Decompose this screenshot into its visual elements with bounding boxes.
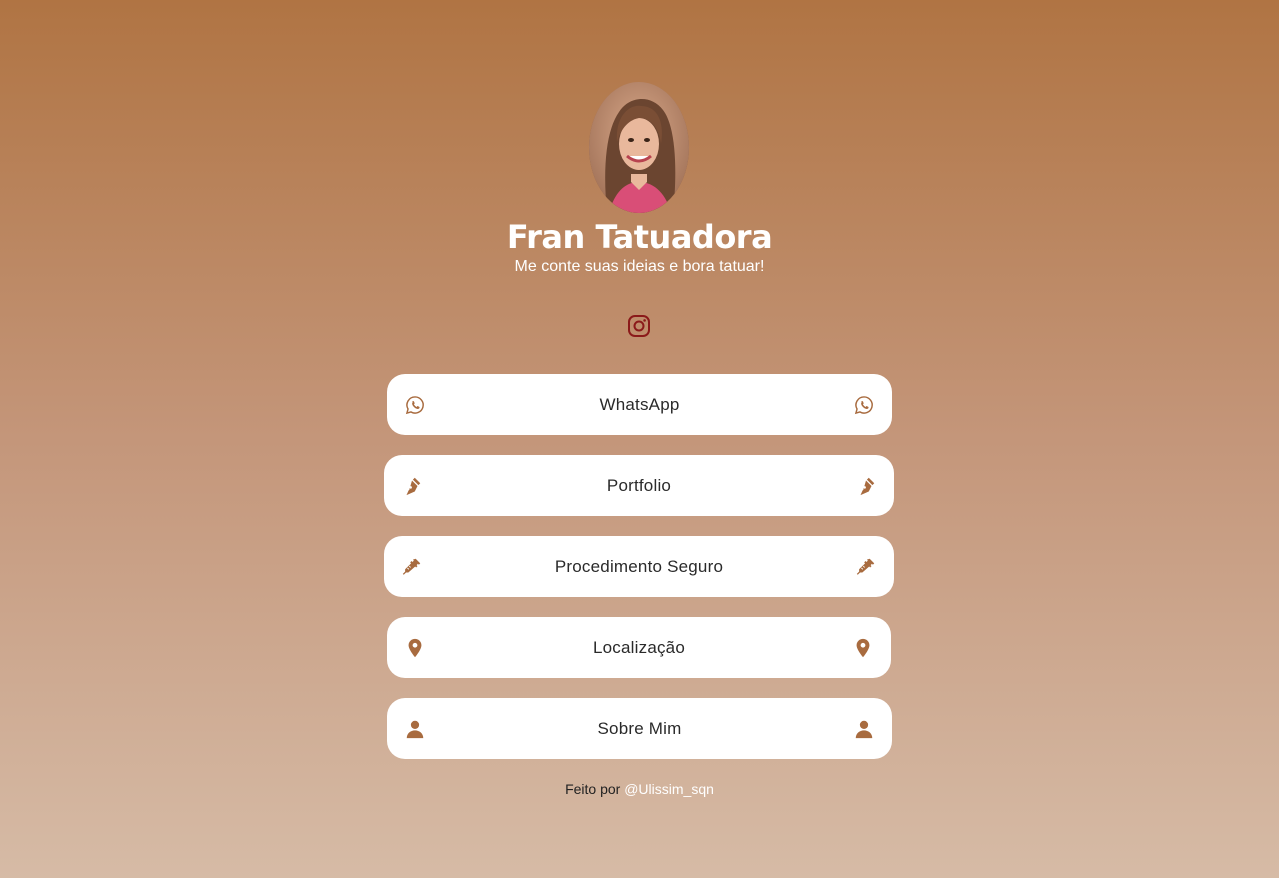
whatsapp-label: WhatsApp [599,394,680,414]
pen-nib-icon [855,475,877,497]
whatsapp-icon [404,394,426,416]
avatar [589,82,689,213]
avatar-photo [589,82,689,213]
syringe-icon [401,556,423,578]
map-pin-icon [404,637,426,659]
user-icon [853,718,875,740]
profile-name: Fran Tatuadora [506,218,773,256]
pen-nib-icon [401,475,423,497]
procedimento-seguro-button[interactable]: Procedimento Seguro [384,536,894,597]
portfolio-label: Portfolio [606,475,672,495]
whatsapp-button[interactable]: WhatsApp [387,374,892,435]
localizacao-button[interactable]: Localização [387,617,891,678]
instagram-icon[interactable] [627,314,651,338]
user-icon [404,718,426,740]
footer-prefix: Feito por [565,781,621,797]
whatsapp-icon [853,394,875,416]
localizacao-label: Localização [593,637,685,657]
sobre-mim-label: Sobre Mim [597,718,682,738]
portfolio-button[interactable]: Portfolio [384,455,894,516]
footer-handle-link[interactable]: @Ulissim_sqn [624,781,714,797]
footer: Feito por @Ulissim_sqn [0,781,1279,797]
profile-tagline: Me conte suas ideias e bora tatuar! [514,258,765,275]
map-pin-icon [852,637,874,659]
sobre-mim-button[interactable]: Sobre Mim [387,698,892,759]
syringe-icon [855,556,877,578]
procedimento-seguro-label: Procedimento Seguro [554,556,724,576]
